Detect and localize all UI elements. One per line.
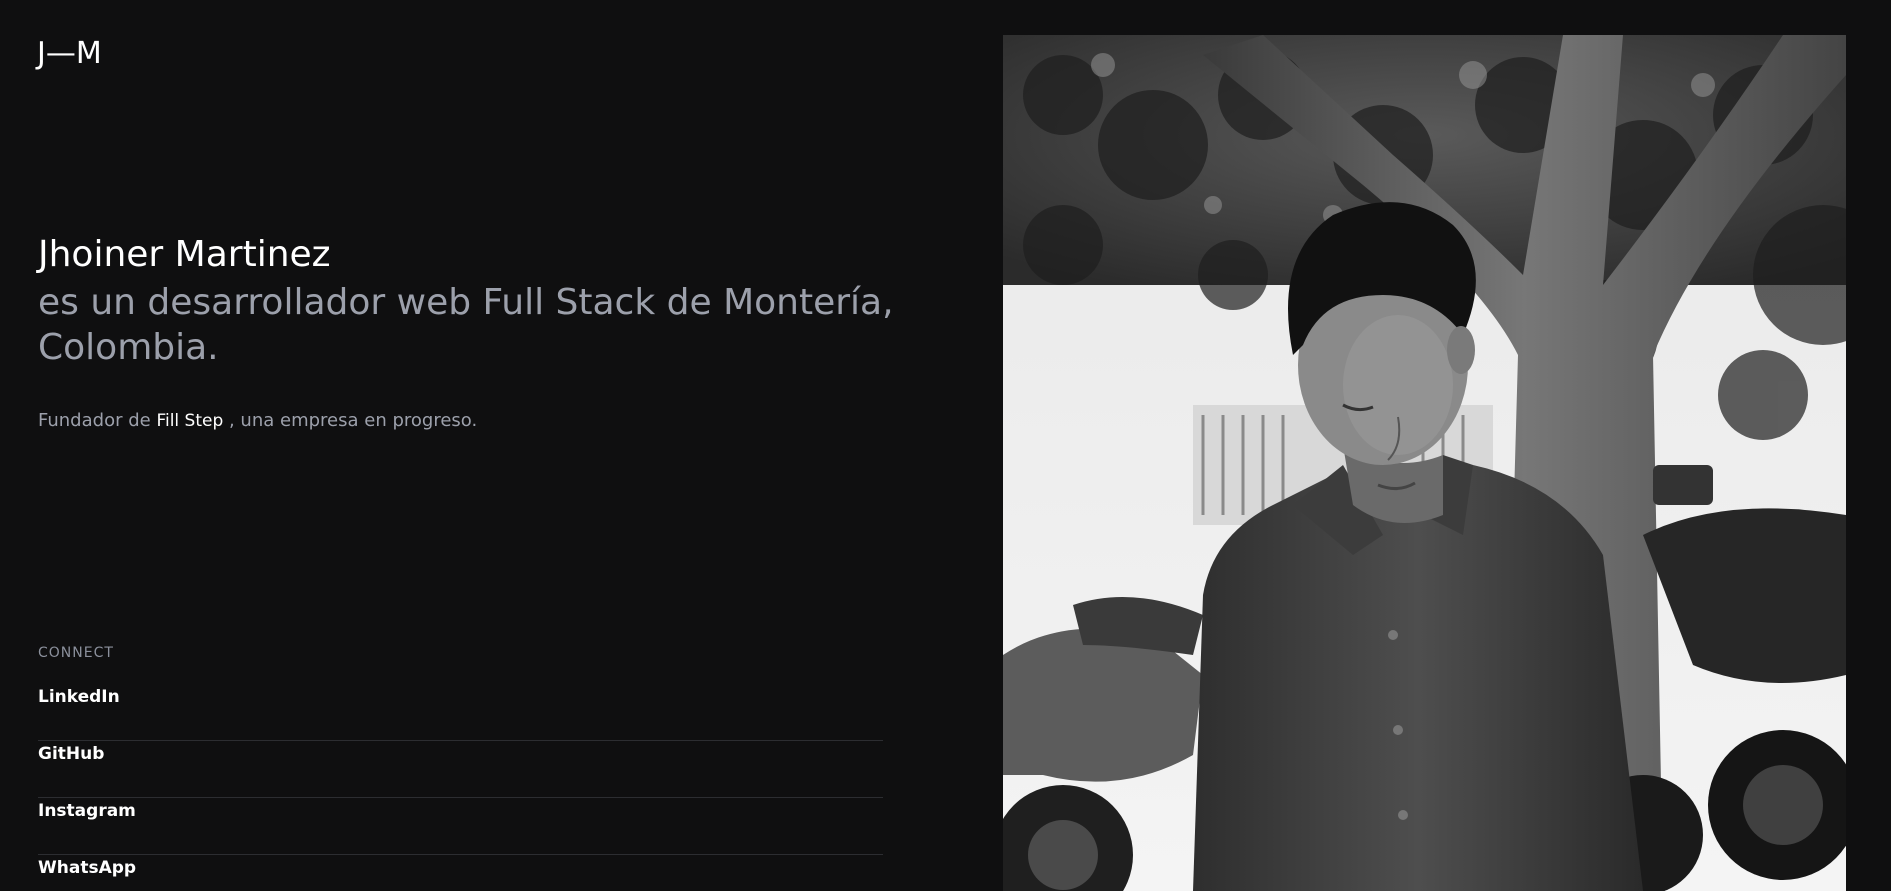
connect-item-github: GitHub	[38, 742, 883, 798]
company-link[interactable]: Fill Step	[156, 411, 223, 431]
person-name: Jhoiner Martinez	[38, 234, 331, 275]
page: J—M Jhoiner Martinez es un desarrollador…	[0, 0, 1891, 891]
connect-item-whatsapp: WhatsApp	[38, 856, 883, 891]
logo[interactable]: J—M	[37, 36, 102, 72]
tagline: es un desarrollador web Full Stack de Mo…	[38, 282, 894, 368]
founder-suffix: , una empresa en progreso.	[223, 410, 478, 431]
connect-item-instagram: Instagram	[38, 799, 883, 855]
intro-section: Jhoiner Martinez es un desarrollador web…	[38, 230, 898, 434]
connect-list: LinkedIn GitHub Instagram WhatsApp	[38, 685, 883, 891]
founder-text: Fundador de Fill Step , una empresa en p…	[38, 408, 898, 434]
founder-prefix: Fundador de	[38, 410, 157, 431]
linkedin-link[interactable]: LinkedIn	[38, 685, 120, 709]
github-link[interactable]: GitHub	[38, 742, 104, 766]
connect-section: CONNECT LinkedIn GitHub Instagram WhatsA…	[38, 643, 883, 891]
profile-photo-illustration	[1003, 35, 1846, 891]
connect-heading: CONNECT	[38, 645, 114, 661]
whatsapp-link[interactable]: WhatsApp	[38, 856, 136, 880]
connect-item-linkedin: LinkedIn	[38, 685, 883, 741]
instagram-link[interactable]: Instagram	[38, 799, 136, 823]
profile-photo	[1003, 35, 1846, 891]
